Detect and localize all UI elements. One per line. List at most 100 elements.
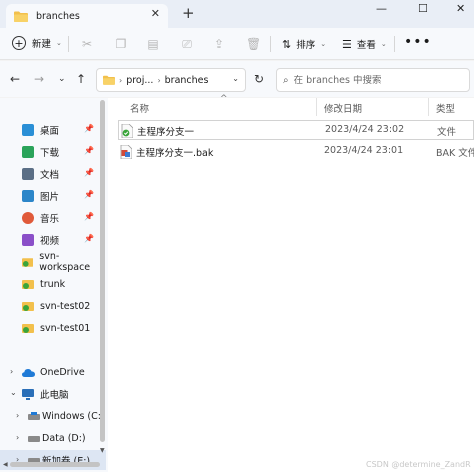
sidebar-horizontal-scrollbar[interactable] xyxy=(10,462,100,467)
tab-title: branches xyxy=(36,10,80,22)
chevron-down-icon[interactable]: ⌄ xyxy=(232,74,239,83)
toolbar-divider xyxy=(68,36,69,52)
watermark: CSDN @determine_ZandR xyxy=(366,460,471,469)
bak-file-icon xyxy=(120,145,132,159)
chevron-right-icon[interactable]: › xyxy=(16,411,19,420)
folder-icon xyxy=(14,11,28,22)
drive-icon xyxy=(28,435,40,442)
delete-icon[interactable]: 🗑 xyxy=(246,37,261,51)
sidebar-item-documents[interactable]: 文档 📌 xyxy=(0,164,106,184)
command-bar: + 新建 ⌄ ✂ ❐ ▤ ⎚ ⇪ 🗑 ⇅ 排序 ⌄ ☰ 查看 ⌄ ••• xyxy=(0,28,474,60)
more-options-button[interactable]: ••• xyxy=(404,34,432,50)
sidebar-item-svn-test01[interactable]: svn-test01 xyxy=(0,318,106,338)
maximize-button[interactable]: ☐ xyxy=(418,2,428,15)
chevron-right-icon[interactable]: › xyxy=(10,367,13,376)
column-header-date[interactable]: 修改日期 xyxy=(324,101,362,115)
sort-ascending-icon: ^ xyxy=(220,94,228,104)
sidebar-item-drive-c[interactable]: › Windows (C:) xyxy=(0,406,106,426)
computer-icon xyxy=(22,388,34,400)
copy-icon[interactable]: ❐ xyxy=(114,37,128,51)
close-window-button[interactable]: ✕ xyxy=(456,2,465,15)
breadcrumb-projects[interactable]: proj... xyxy=(126,75,153,86)
navigation-pane: 桌面 📌 下载 📌 文档 📌 图片 📌 音乐 📌 视频 📌 svn-worksp… xyxy=(0,98,108,472)
pin-icon[interactable]: 📌 xyxy=(84,190,94,199)
sidebar-item-music[interactable]: 音乐 📌 xyxy=(0,208,106,228)
sidebar-item-label: Windows (C:) xyxy=(42,410,105,422)
sidebar-item-this-pc[interactable]: ⌄ 此电脑 xyxy=(0,384,106,404)
file-type: 文件 xyxy=(437,127,457,138)
scroll-left-arrow-icon[interactable]: ◀ xyxy=(3,461,8,468)
sidebar-vertical-scrollbar[interactable] xyxy=(100,100,105,442)
sidebar-item-desktop[interactable]: 桌面 📌 xyxy=(0,120,106,140)
picture-icon xyxy=(22,190,34,202)
paste-icon[interactable]: ▤ xyxy=(146,37,160,51)
pin-icon[interactable]: 📌 xyxy=(84,168,94,177)
file-date: 2023/4/24 23:01 xyxy=(324,145,404,156)
sidebar-item-label: 视频 xyxy=(40,236,60,247)
sort-label: 排序 xyxy=(296,40,316,51)
sidebar-item-trunk[interactable]: trunk xyxy=(0,274,106,294)
up-arrow-icon[interactable]: ↑ xyxy=(76,72,86,86)
cloud-icon xyxy=(22,368,35,377)
back-arrow-icon[interactable]: ← xyxy=(10,72,20,86)
new-button[interactable]: + 新建 ⌄ xyxy=(12,36,62,50)
search-input[interactable] xyxy=(293,74,454,86)
recent-chevron-icon[interactable]: ⌄ xyxy=(58,74,66,84)
pin-icon[interactable]: 📌 xyxy=(84,234,94,243)
sidebar-item-label: 桌面 xyxy=(40,126,60,137)
sidebar-item-drive-e[interactable]: › 新加卷 (E:) xyxy=(0,450,106,470)
file-name: 主程序分支一 xyxy=(137,127,195,138)
file-date: 2023/4/24 23:02 xyxy=(325,124,405,135)
scroll-down-arrow-icon[interactable]: ▼ xyxy=(100,447,105,454)
file-name: 主程序分支一.bak xyxy=(136,148,214,159)
sidebar-item-label: 下载 xyxy=(40,148,60,159)
chevron-right-icon[interactable]: › xyxy=(16,433,19,442)
forward-arrow-icon[interactable]: → xyxy=(34,72,44,86)
sidebar-item-svn-test02[interactable]: svn-test02 xyxy=(0,296,106,316)
chevron-down-icon[interactable]: ⌄ xyxy=(10,388,17,397)
sidebar-item-svn-workspace[interactable]: svn-workspace xyxy=(0,251,106,273)
document-icon xyxy=(22,168,34,180)
share-icon[interactable]: ⇪ xyxy=(212,37,226,51)
pin-icon[interactable]: 📌 xyxy=(84,124,94,133)
svn-folder-icon xyxy=(22,280,34,289)
sidebar-item-label: 文档 xyxy=(40,170,60,181)
svn-file-icon xyxy=(121,124,133,138)
pin-icon[interactable]: 📌 xyxy=(84,146,94,155)
svn-folder-icon xyxy=(22,324,34,333)
column-divider[interactable] xyxy=(428,98,429,116)
sidebar-item-label: svn-test01 xyxy=(40,322,91,334)
search-icon: ⌕ xyxy=(283,74,289,86)
sidebar-item-videos[interactable]: 视频 📌 xyxy=(0,230,106,250)
desktop-icon xyxy=(22,124,34,136)
file-row[interactable]: 主程序分支一 2023/4/24 23:02 文件 xyxy=(118,120,474,140)
sidebar-item-label: svn-workspace xyxy=(39,251,91,273)
refresh-icon[interactable]: ↻ xyxy=(254,72,264,86)
rename-icon[interactable]: ⎚ xyxy=(180,37,194,51)
sidebar-item-pictures[interactable]: 图片 📌 xyxy=(0,186,106,206)
toolbar-divider xyxy=(394,36,395,52)
drive-icon xyxy=(28,411,40,420)
column-divider[interactable] xyxy=(316,98,317,116)
scissors-icon[interactable]: ✂ xyxy=(80,37,94,51)
download-icon xyxy=(22,146,34,158)
view-button[interactable]: ☰ 查看 ⌄ xyxy=(342,37,387,52)
address-bar[interactable]: › proj... › branches ⌄ xyxy=(96,68,246,92)
new-tab-button[interactable]: + xyxy=(182,4,195,22)
tab-branches[interactable]: branches ✕ xyxy=(6,4,168,28)
pin-icon[interactable]: 📌 xyxy=(84,212,94,221)
search-box[interactable]: ⌕ xyxy=(276,68,470,92)
minimize-button[interactable]: — xyxy=(376,2,387,15)
view-label: 查看 xyxy=(356,40,376,51)
tab-close-button[interactable]: ✕ xyxy=(151,7,160,20)
sort-button[interactable]: ⇅ 排序 ⌄ xyxy=(282,37,326,52)
sidebar-item-downloads[interactable]: 下载 📌 xyxy=(0,142,106,162)
column-header-name[interactable]: 名称 xyxy=(130,101,149,115)
plus-circle-icon: + xyxy=(12,36,26,50)
column-header-type[interactable]: 类型 xyxy=(436,101,455,115)
sidebar-item-drive-d[interactable]: › Data (D:) xyxy=(0,428,106,448)
svn-folder-icon xyxy=(22,258,34,267)
file-row[interactable]: 主程序分支一.bak 2023/4/24 23:01 BAK 文件 xyxy=(118,142,474,162)
breadcrumb-branches[interactable]: branches xyxy=(165,75,209,86)
sidebar-item-onedrive[interactable]: › OneDrive xyxy=(0,362,106,382)
